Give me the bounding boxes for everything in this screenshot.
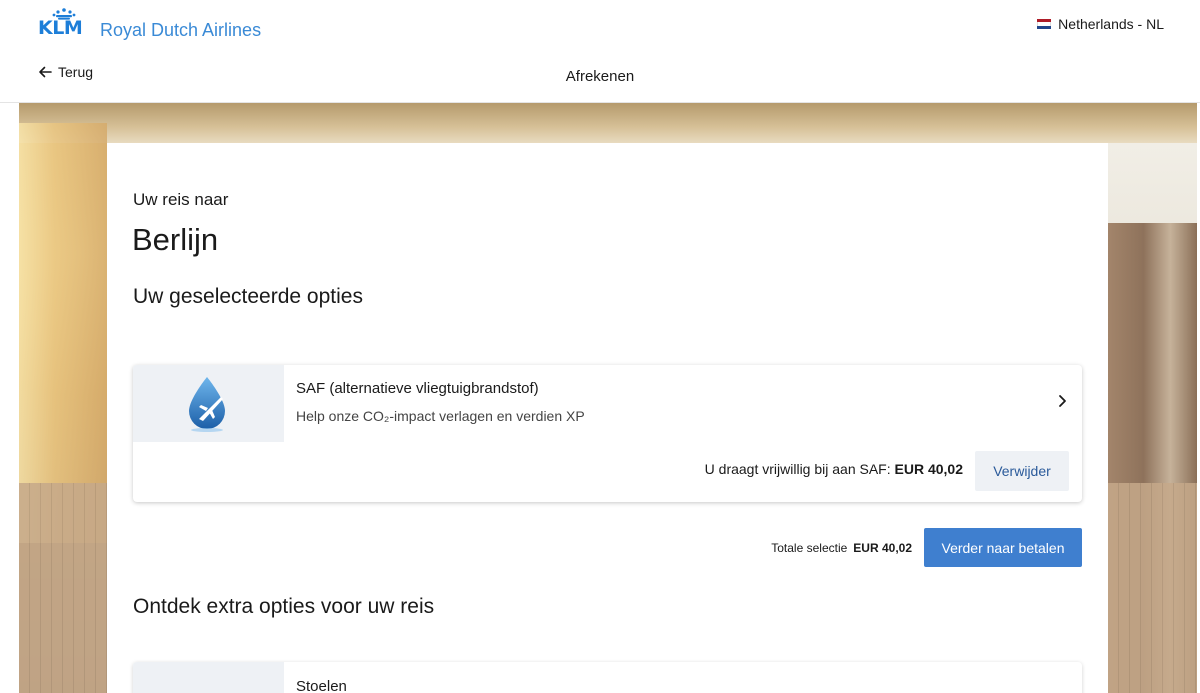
continue-to-payment-button[interactable]: Verder naar betalen	[924, 528, 1082, 567]
extra-options-title: Ontdek extra opties voor uw reis	[133, 595, 435, 618]
netherlands-flag-icon	[1037, 19, 1052, 29]
saf-option-title: SAF (alternatieve vliegtuigbrandstof)	[296, 380, 539, 397]
seats-option-image	[133, 662, 284, 693]
hero-left-column	[19, 123, 107, 543]
trip-summary-card: Uw reis naar Berlijn Uw geselecteerde op…	[107, 143, 1108, 693]
locale-label: Netherlands - NL	[1058, 16, 1164, 32]
selection-total-amount: EUR 40,02	[853, 541, 912, 555]
chevron-right-icon[interactable]	[1054, 393, 1070, 409]
seats-option-card[interactable]: Stoelen	[133, 662, 1082, 693]
logo-klm-text: KLM	[38, 17, 83, 39]
klm-logo[interactable]: KLM Royal Dutch Airlines	[38, 8, 262, 40]
page-title: Afrekenen	[565, 68, 635, 85]
saf-contribution: U draagt vrijwillig bij aan SAF: EUR 40,…	[705, 461, 963, 477]
klm-mark: KLM	[38, 8, 90, 38]
saf-option-card[interactable]: SAF (alternatieve vliegtuigbrandstof) He…	[133, 365, 1082, 502]
locale-selector[interactable]: Netherlands - NL	[1037, 16, 1164, 32]
seats-option-title: Stoelen	[296, 678, 347, 693]
hero-gate-top	[19, 103, 1197, 143]
saf-option-subtitle: Help onze CO₂-impact verlagen en verdien…	[296, 408, 585, 424]
site-header: KLM Royal Dutch Airlines Netherlands - N…	[0, 0, 1200, 103]
selection-total: Totale selectie EUR 40,02	[771, 541, 912, 555]
trip-label: Uw reis naar	[133, 190, 229, 209]
saf-contribution-label: U draagt vrijwillig bij aan SAF:	[704, 461, 891, 477]
saf-drop-plane-icon	[189, 377, 225, 432]
saf-contribution-amount: EUR 40,02	[894, 461, 963, 477]
saf-option-image	[133, 365, 284, 442]
remove-saf-button[interactable]: Verwijder	[975, 451, 1069, 491]
trip-destination: Berlijn	[132, 222, 219, 257]
logo-brand-name: Royal Dutch Airlines	[100, 20, 262, 40]
selected-options-title: Uw geselecteerde opties	[133, 285, 363, 308]
selection-total-label: Totale selectie	[771, 541, 848, 555]
